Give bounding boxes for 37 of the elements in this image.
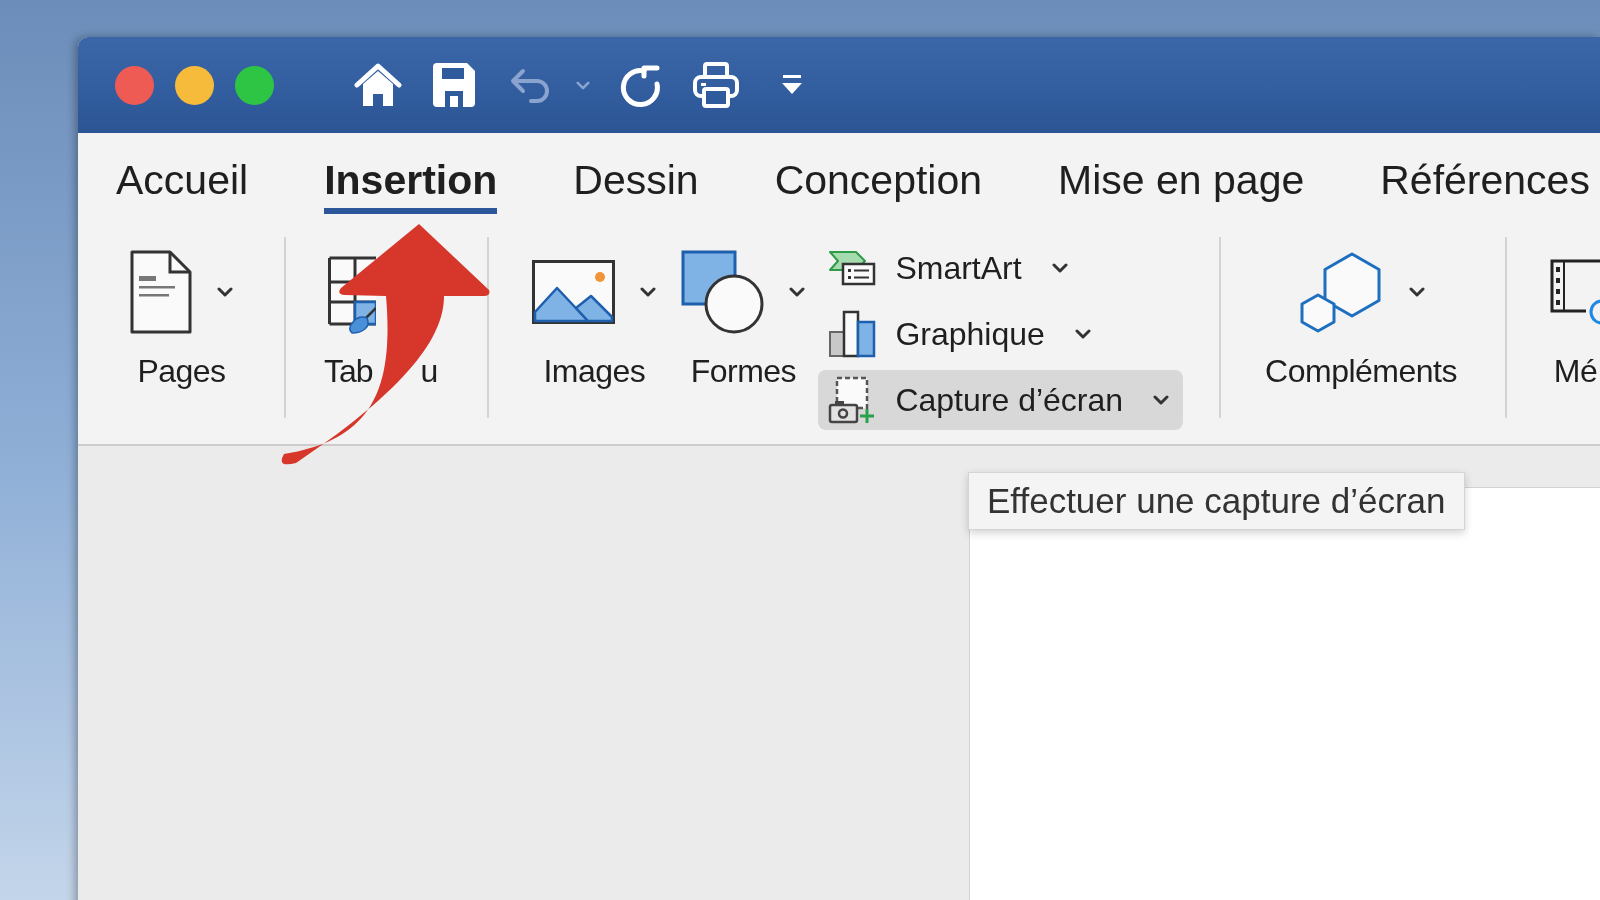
screenshot-icon [828,376,877,424]
ribbon-tab[interactable]: Insertion [324,156,498,214]
caret-icon[interactable] [1051,263,1068,273]
shapes-button[interactable]: Formes [681,250,806,389]
picture-icon [532,260,616,324]
ribbon-tab[interactable]: Accueil [116,156,249,214]
media-button[interactable]: Mé [1550,250,1600,389]
table-label[interactable]: u [420,356,438,386]
table-label[interactable]: Tab [324,356,373,386]
add-ins-button[interactable]: Compléments [1265,250,1457,389]
smartart-icon [828,250,877,286]
zoom-button[interactable] [235,65,274,105]
ribbon-tab[interactable]: Dessin [573,156,699,214]
caret-icon[interactable] [217,287,233,297]
film-icon [1550,259,1600,325]
caret-icon[interactable] [1074,329,1091,339]
caret-icon[interactable] [789,287,806,297]
chart-button[interactable]: Graphique [818,304,1105,364]
home-icon[interactable] [354,63,402,107]
minimize-button[interactable] [175,65,214,105]
caret-icon[interactable] [1408,287,1425,297]
tooltip: Effectuer une capture d’écran [968,472,1465,530]
bar-chart-icon [828,310,877,358]
caret-icon[interactable] [640,287,657,297]
save-icon[interactable] [433,63,475,107]
shapes-icon [681,250,765,334]
document-icon [130,250,192,334]
smartart-button[interactable]: SmartArt [818,238,1082,298]
images-button[interactable]: Images [532,250,657,389]
pages-button[interactable]: Pages [130,250,233,389]
caret-icon[interactable] [1153,395,1170,405]
ribbon-tab[interactable]: Conception [774,156,983,214]
printer-icon[interactable] [692,61,740,109]
ribbon-tab[interactable]: Mise en page [1058,156,1305,214]
screenshot-button[interactable]: Capture d’écran [818,370,1184,430]
ribbon-tab[interactable]: Références [1380,156,1590,214]
customize-toolbar-icon[interactable] [781,75,803,95]
